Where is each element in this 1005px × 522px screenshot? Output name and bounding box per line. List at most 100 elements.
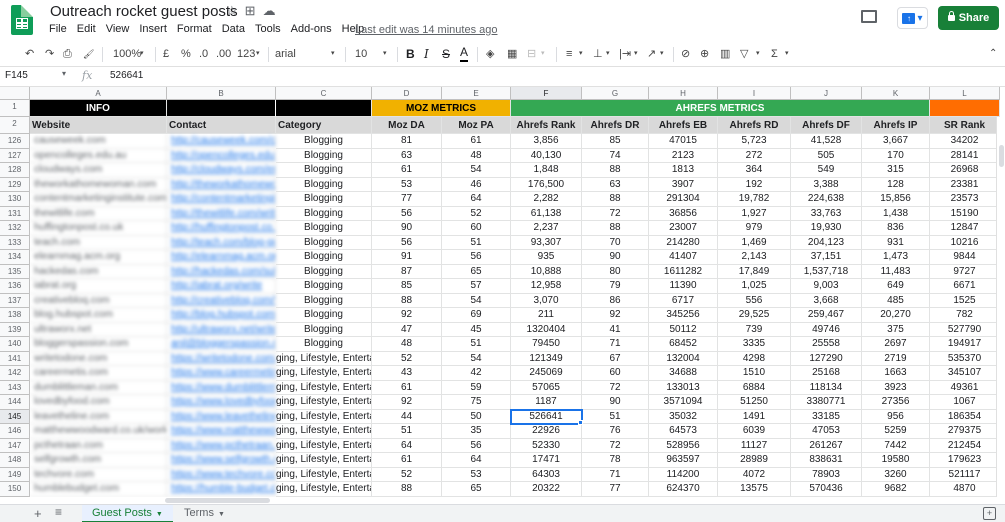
metric-cell[interactable]: 1,927 — [718, 206, 791, 221]
sheet-tab-guest-posts[interactable]: Guest Posts ▼ — [82, 505, 173, 522]
chevron-down-icon[interactable]: ▾ — [634, 46, 638, 62]
metric-cell[interactable]: 60 — [582, 366, 649, 381]
metric-cell[interactable]: 72 — [582, 206, 649, 221]
category-cell[interactable]: Blogging — [276, 148, 372, 163]
metric-cell[interactable]: 65 — [442, 482, 511, 497]
column-header-k[interactable]: K — [862, 87, 930, 100]
chevron-down-icon[interactable]: ▼ — [218, 511, 225, 518]
metric-cell[interactable]: 192 — [718, 177, 791, 192]
star-icon[interactable]: ☆ — [226, 3, 238, 19]
metric-cell[interactable]: 48 — [372, 337, 442, 352]
website-cell[interactable]: elearnmag.acm.org — [30, 250, 167, 265]
website-cell[interactable]: humblebudget.com — [30, 482, 167, 497]
website-cell[interactable]: bloggerspassion.com — [30, 337, 167, 352]
menu-item-file[interactable]: File — [49, 23, 67, 35]
metric-cell[interactable]: 60 — [442, 221, 511, 236]
row-header[interactable]: 148 — [0, 453, 30, 468]
row-header[interactable]: 130 — [0, 192, 30, 207]
metric-cell[interactable]: 15190 — [930, 206, 1000, 221]
contact-link-cell[interactable]: http://blog.hubspot.com/guest — [167, 308, 276, 323]
metric-cell[interactable]: 1,473 — [862, 250, 930, 265]
metric-cell[interactable]: 74 — [582, 148, 649, 163]
metric-cell[interactable]: 57 — [442, 279, 511, 294]
merge-cells-icon[interactable]: ⊟ — [527, 46, 536, 62]
metric-cell[interactable]: 6884 — [718, 380, 791, 395]
metric-cell[interactable]: 72 — [582, 380, 649, 395]
metric-cell[interactable]: 4870 — [930, 482, 1000, 497]
metric-cell[interactable]: 4072 — [718, 467, 791, 482]
italic-button[interactable]: I — [424, 46, 429, 62]
metric-cell[interactable]: 128 — [862, 177, 930, 192]
metric-cell[interactable]: 77 — [372, 192, 442, 207]
filter-icon[interactable]: ▽ — [740, 46, 748, 62]
metric-cell[interactable]: 67 — [582, 351, 649, 366]
metric-cell[interactable]: 19,782 — [718, 192, 791, 207]
collapse-toolbar-icon[interactable]: ⌃ — [989, 46, 997, 62]
menu-item-edit[interactable]: Edit — [77, 23, 96, 35]
chevron-down-icon[interactable]: ▾ — [331, 46, 335, 62]
category-cell[interactable]: Blogging — [276, 308, 372, 323]
row-header[interactable]: 142 — [0, 366, 30, 381]
row-header[interactable]: 135 — [0, 264, 30, 279]
metric-cell[interactable]: 54 — [442, 351, 511, 366]
metric-cell[interactable]: 76 — [582, 424, 649, 439]
metric-cell[interactable]: 56 — [372, 206, 442, 221]
metric-cell[interactable]: 65 — [442, 264, 511, 279]
metric-cell[interactable]: 3380771 — [791, 395, 862, 410]
metric-cell[interactable]: 49746 — [791, 322, 862, 337]
metric-cell[interactable]: 64 — [372, 438, 442, 453]
website-cell[interactable]: cloudways.com — [30, 163, 167, 178]
row-header[interactable]: 144 — [0, 395, 30, 410]
formula-input[interactable]: 526641 — [110, 70, 143, 81]
metric-cell[interactable]: 375 — [862, 322, 930, 337]
metric-cell[interactable]: 92 — [372, 308, 442, 323]
all-sheets-button[interactable]: ≡ — [55, 505, 62, 519]
metric-cell[interactable]: 36856 — [649, 206, 718, 221]
metric-cell[interactable]: 88 — [372, 293, 442, 308]
metric-cell[interactable]: 836 — [862, 221, 930, 236]
category-cell[interactable]: Blogging — [276, 235, 372, 250]
metric-cell[interactable]: 40,130 — [511, 148, 582, 163]
contact-link-cell[interactable]: https://www.leavetheline.com/w — [167, 409, 276, 424]
category-cell[interactable]: Blogging — [276, 337, 372, 352]
metric-cell[interactable]: 54 — [442, 293, 511, 308]
metric-cell[interactable]: 1187 — [511, 395, 582, 410]
row-header[interactable]: 136 — [0, 279, 30, 294]
metric-cell[interactable]: 261267 — [791, 438, 862, 453]
metric-cell[interactable]: 20322 — [511, 482, 582, 497]
metric-cell[interactable]: 1,438 — [862, 206, 930, 221]
contact-link-cell[interactable]: http://teach.com/blog-guest — [167, 235, 276, 250]
metric-cell[interactable]: 7442 — [862, 438, 930, 453]
metric-cell[interactable]: 10216 — [930, 235, 1000, 250]
redo-icon[interactable]: ↷ — [45, 46, 54, 62]
category-cell[interactable]: ging, Lifestyle, Entertain — [276, 409, 372, 424]
contact-link-cell[interactable]: http://thewitlife.com/write — [167, 206, 276, 221]
metric-cell[interactable]: 91 — [372, 250, 442, 265]
metric-cell[interactable]: 11390 — [649, 279, 718, 294]
metric-cell[interactable]: 85 — [372, 279, 442, 294]
category-cell[interactable]: Blogging — [276, 192, 372, 207]
metric-cell[interactable]: 3571094 — [649, 395, 718, 410]
share-button[interactable]: Share — [938, 6, 999, 30]
metric-cell[interactable]: 64 — [442, 192, 511, 207]
vertical-scrollbar[interactable] — [996, 117, 1005, 497]
metric-cell[interactable]: 35 — [442, 424, 511, 439]
metric-cell[interactable]: 61,138 — [511, 206, 582, 221]
contact-link-cell[interactable]: https://writetodone.com/guest — [167, 351, 276, 366]
category-cell[interactable]: ging, Lifestyle, Entertain — [276, 395, 372, 410]
column-header-i[interactable]: I — [718, 87, 791, 100]
metric-cell[interactable]: 61 — [372, 163, 442, 178]
more-formats-button[interactable]: 123 — [237, 46, 255, 62]
metric-cell[interactable]: 6717 — [649, 293, 718, 308]
metric-cell[interactable]: 69 — [442, 308, 511, 323]
row-header[interactable]: 127 — [0, 148, 30, 163]
metric-cell[interactable]: 2697 — [862, 337, 930, 352]
metric-cell[interactable]: 9727 — [930, 264, 1000, 279]
metric-cell[interactable]: 528956 — [649, 438, 718, 453]
vertical-align-icon[interactable]: ⊥ — [593, 46, 603, 62]
metric-cell[interactable]: 79450 — [511, 337, 582, 352]
metric-cell[interactable]: 1813 — [649, 163, 718, 178]
metric-cell[interactable]: 23573 — [930, 192, 1000, 207]
row-header[interactable]: 134 — [0, 250, 30, 265]
category-cell[interactable]: Blogging — [276, 322, 372, 337]
